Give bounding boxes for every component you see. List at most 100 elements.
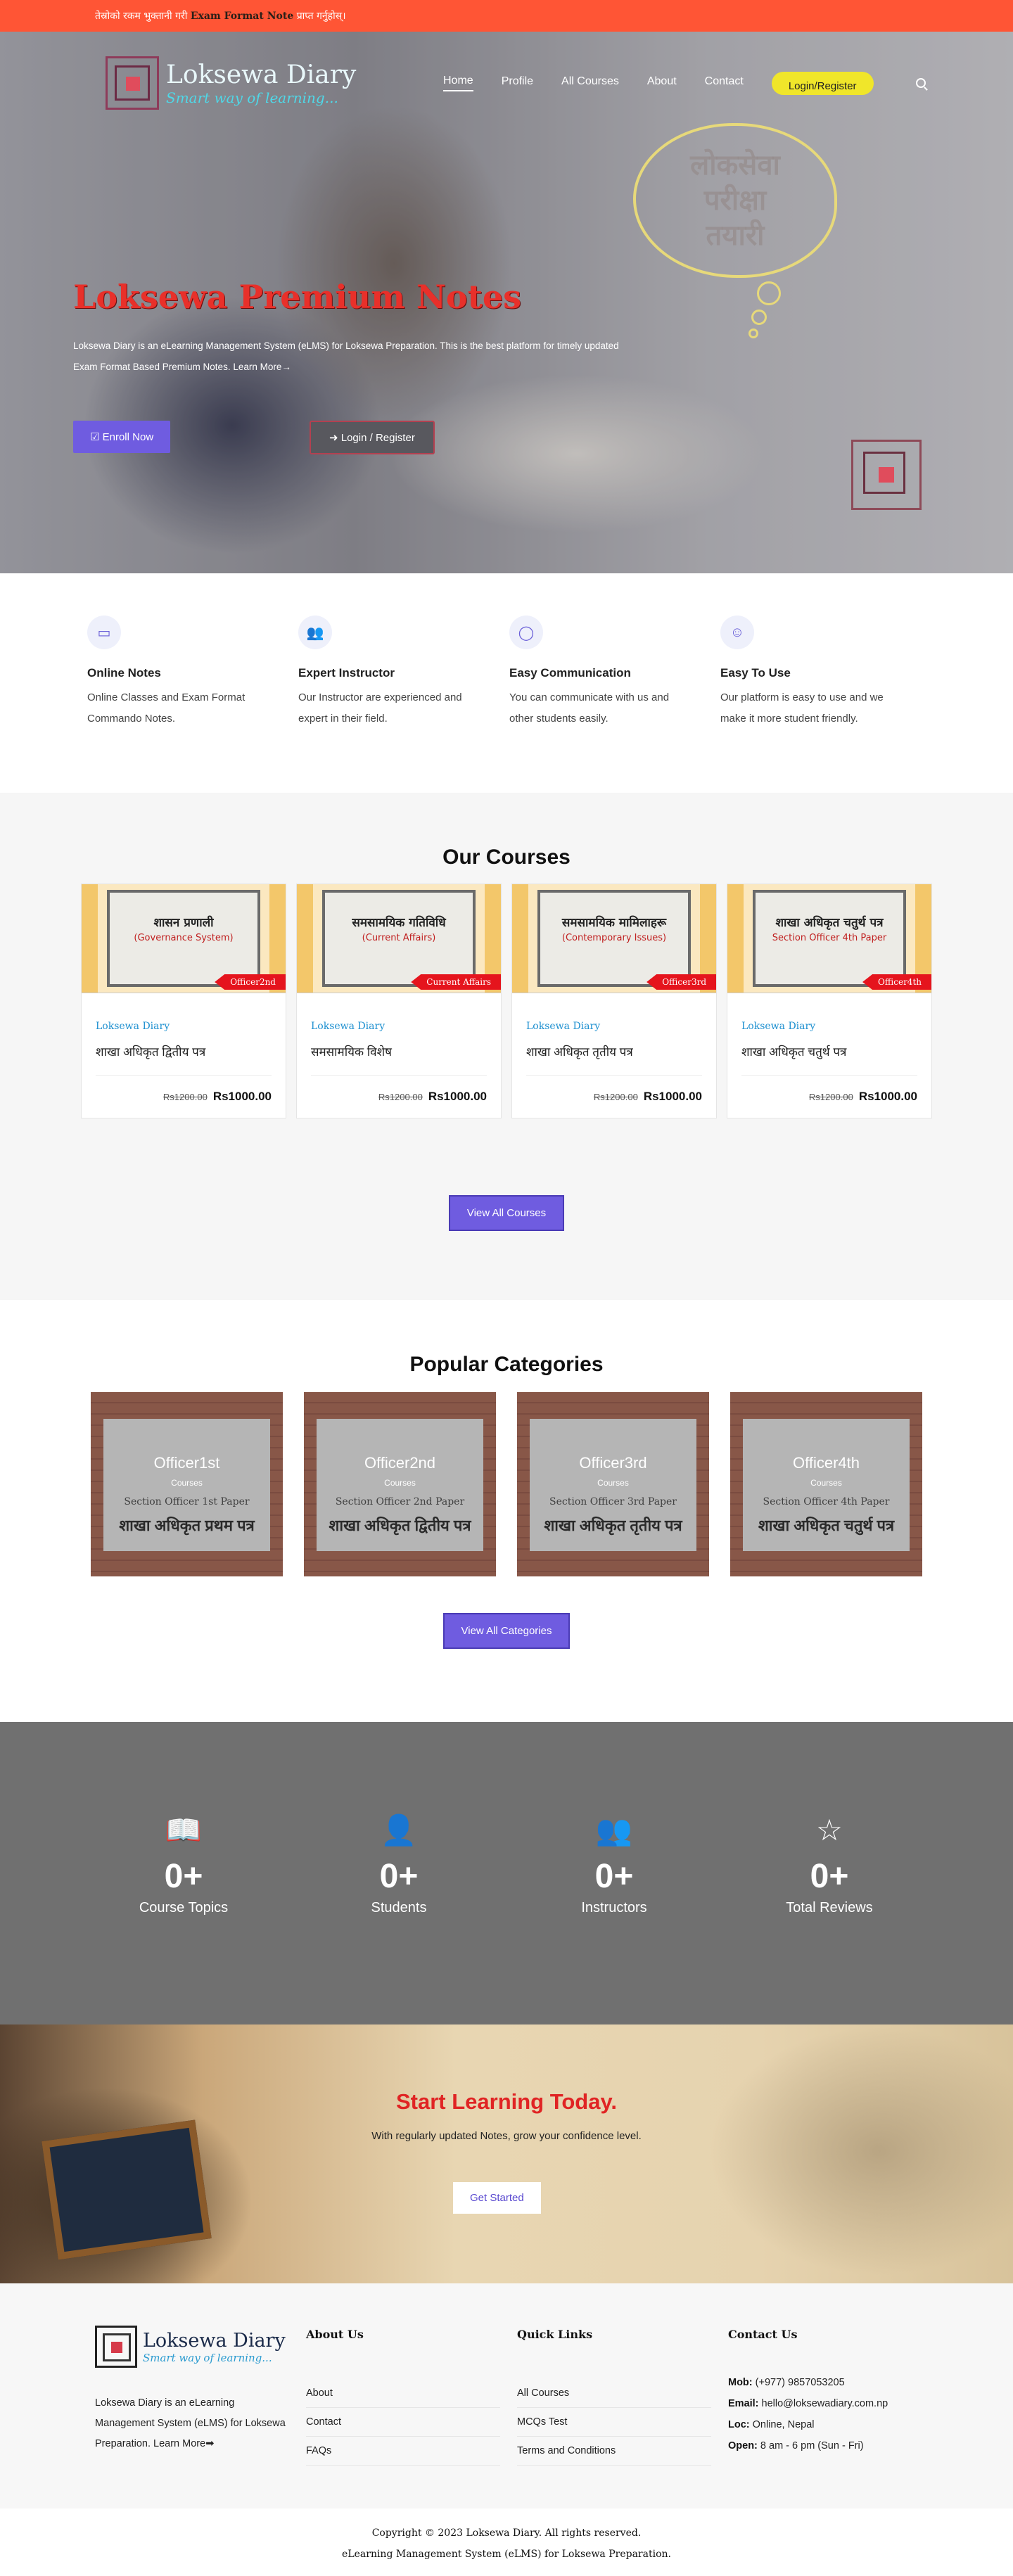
footer-link-terms[interactable]: Terms and Conditions [517, 2437, 711, 2466]
location: Online, Nepal [752, 2419, 815, 2430]
enroll-now-button[interactable]: ☑ Enroll Now [73, 421, 171, 453]
view-all-categories-button[interactable]: View All Categories [442, 1613, 571, 1649]
course-name[interactable]: शाखा अधिकृत तृतीय पत्र [526, 1043, 702, 1059]
course-thumbnail[interactable]: शासन प्रणाली (Governance System) Officer… [82, 884, 286, 1008]
category-card[interactable]: Section Officer 4th Paper शाखा अधिकृत चत… [730, 1392, 922, 1576]
nav-menu: Home Profile All Courses About Contact L… [443, 71, 926, 95]
thumbnail-footer [297, 993, 501, 1008]
cloud-bubble [751, 310, 767, 325]
course-name[interactable]: समसामयिक विशेष [311, 1043, 487, 1059]
thumbnail-subheading: (Current Affairs) [362, 933, 436, 943]
loc-label: Loc: [728, 2419, 750, 2430]
cloud-bubble [748, 329, 758, 338]
nav-home[interactable]: Home [443, 75, 473, 91]
course-tag: Officer4th [862, 974, 931, 990]
footer-link-contact[interactable]: Contact [306, 2408, 500, 2437]
nav-contact[interactable]: Contact [705, 75, 744, 91]
footer-logo[interactable]: Loksewa Diary Smart way of learning... [95, 2326, 306, 2368]
announcement-text: तेस्रोको रकम भुक्तानी गरी [95, 11, 188, 22]
footer-quick-col: Quick Links All Courses MCQs Test Terms … [517, 2326, 728, 2508]
thumbnail-subheading: Section Officer 4th Paper [772, 933, 887, 943]
footer-link-all-courses[interactable]: All Courses [517, 2379, 711, 2408]
logo-mark-icon [106, 56, 159, 110]
announcement-bar: तेस्रोको रकम भुक्तानी गरी Exam Format No… [0, 0, 1013, 32]
feature-item: ☺ Easy To Use Our platform is easy to us… [718, 616, 929, 793]
stats-section: 📖 0+ Course Topics 👤 0+ Students 👥 0+ In… [0, 1722, 1013, 2025]
category-sub: Courses [810, 1478, 842, 1488]
hero-description: Loksewa Diary is an eLearning Management… [73, 336, 636, 378]
category-card[interactable]: Section Officer 1st Paper शाखा अधिकृत प्… [91, 1392, 283, 1576]
users-icon: 👥 [298, 616, 332, 649]
learn-more-link[interactable]: Learn More→ [233, 362, 291, 372]
course-card[interactable]: समसामयिक गतिविधि (Current Affairs) Curre… [296, 884, 502, 1118]
course-tag: Current Affairs [411, 974, 501, 990]
phone-number[interactable]: (+977) 9857053205 [756, 2377, 845, 2388]
footer-link-about[interactable]: About [306, 2379, 500, 2408]
course-name[interactable]: शाखा अधिकृत चतुर्थ पत्र [741, 1043, 917, 1059]
chat-icon: ◯ [509, 616, 543, 649]
old-price: Rs1200.00 [378, 1092, 423, 1102]
site-logo[interactable]: Loksewa Diary Smart way of learning... [106, 56, 387, 110]
hero-login-button[interactable]: ➜ Login / Register [310, 421, 435, 454]
feature-item: 👥 Expert Instructor Our Instructor are e… [295, 616, 507, 793]
feature-text: You can communicate with us and other st… [509, 691, 670, 725]
footer-link-mcqs[interactable]: MCQs Test [517, 2408, 711, 2437]
thumbnail-board: शाखा अधिकृत चतुर्थ पत्र Section Officer … [753, 890, 906, 987]
feature-title: Online Notes [87, 666, 161, 680]
course-card[interactable]: समसामयिक मामिलाहरू (Contemporary Issues)… [511, 884, 717, 1118]
email-address[interactable]: hello@loksewadiary.com.np [762, 2398, 888, 2409]
login-register-button[interactable]: Login/Register [771, 71, 874, 95]
course-thumbnail[interactable]: समसामयिक गतिविधि (Current Affairs) Curre… [297, 884, 501, 1008]
category-card[interactable]: Section Officer 2nd Paper शाखा अधिकृत द्… [304, 1392, 496, 1576]
hero-desc-text: Loksewa Diary is an eLearning Management… [73, 340, 619, 372]
features-section: ▭ Online Notes Online Classes and Exam F… [0, 573, 1013, 793]
users-icon: 👥 [595, 1813, 633, 1847]
contact-info: Mob: (+977) 9857053205 Email: hello@loks… [728, 2372, 939, 2456]
brand-name: Loksewa Diary [166, 60, 357, 89]
copyright-subtext: eLearning Management System (eLMS) for L… [342, 2549, 671, 2560]
category-card[interactable]: Section Officer 3rd Paper शाखा अधिकृत तृ… [517, 1392, 709, 1576]
view-all-courses-button[interactable]: View All Courses [448, 1195, 565, 1231]
nav-profile[interactable]: Profile [502, 75, 533, 91]
stat-item: 👤 0+ Students [291, 1812, 507, 2025]
course-price: Rs1200.00 Rs1000.00 [96, 1075, 272, 1104]
stat-item: 📖 0+ Course Topics [76, 1812, 291, 2025]
stat-label: Students [371, 1900, 427, 1915]
course-card[interactable]: शाखा अधिकृत चतुर्थ पत्र Section Officer … [727, 884, 932, 1118]
hero-title: Loksewa Premium Notes [73, 278, 521, 316]
nav-all-courses[interactable]: All Courses [561, 75, 619, 91]
category-sub: Courses [384, 1478, 416, 1488]
course-brand: Loksewa Diary [526, 1021, 601, 1032]
new-price: Rs1000.00 [428, 1090, 487, 1103]
footer-heading: Quick Links [517, 2328, 593, 2341]
nav-about[interactable]: About [647, 75, 677, 91]
course-list: शासन प्रणाली (Governance System) Officer… [0, 884, 1013, 1118]
monitor-icon: ▭ [87, 616, 121, 649]
feature-text: Our Instructor are experienced and exper… [298, 691, 462, 725]
thumbnail-board: समसामयिक मामिलाहरू (Contemporary Issues) [537, 890, 691, 987]
logo-mark-icon [95, 2326, 137, 2368]
feature-title: Easy To Use [720, 666, 791, 680]
announcement-highlight[interactable]: Exam Format Note [191, 11, 293, 22]
new-price: Rs1000.00 [643, 1090, 702, 1103]
stat-item: ☆ 0+ Total Reviews [722, 1812, 937, 2025]
email-label: Email: [728, 2398, 759, 2409]
course-name[interactable]: शाखा अधिकृत द्वितीय पत्र [96, 1043, 272, 1059]
get-started-button[interactable]: Get Started [453, 2182, 541, 2214]
old-price: Rs1200.00 [163, 1092, 208, 1102]
stat-item: 👥 0+ Instructors [507, 1812, 722, 2025]
footer-learn-more-link[interactable]: Learn More [153, 2438, 205, 2449]
course-brand: Loksewa Diary [741, 1021, 816, 1032]
arrow-icon: ➡ [205, 2438, 215, 2449]
categories-title: Popular Categories [409, 1353, 604, 1376]
footer-about-col: Loksewa Diary Smart way of learning... L… [95, 2326, 306, 2508]
thumbnail-subheading: (Contemporary Issues) [561, 933, 667, 943]
course-thumbnail[interactable]: शाखा अधिकृत चतुर्थ पत्र Section Officer … [727, 884, 931, 1008]
footer-links-col: About Us About Contact FAQs [306, 2326, 517, 2508]
footer-link-faqs[interactable]: FAQs [306, 2437, 500, 2466]
course-thumbnail[interactable]: समसामयिक मामिलाहरू (Contemporary Issues)… [512, 884, 716, 1008]
cloud-bubble [757, 281, 781, 305]
search-icon[interactable] [915, 78, 926, 88]
footer-brand-name: Loksewa Diary [143, 2329, 286, 2352]
course-card[interactable]: शासन प्रणाली (Governance System) Officer… [81, 884, 286, 1118]
